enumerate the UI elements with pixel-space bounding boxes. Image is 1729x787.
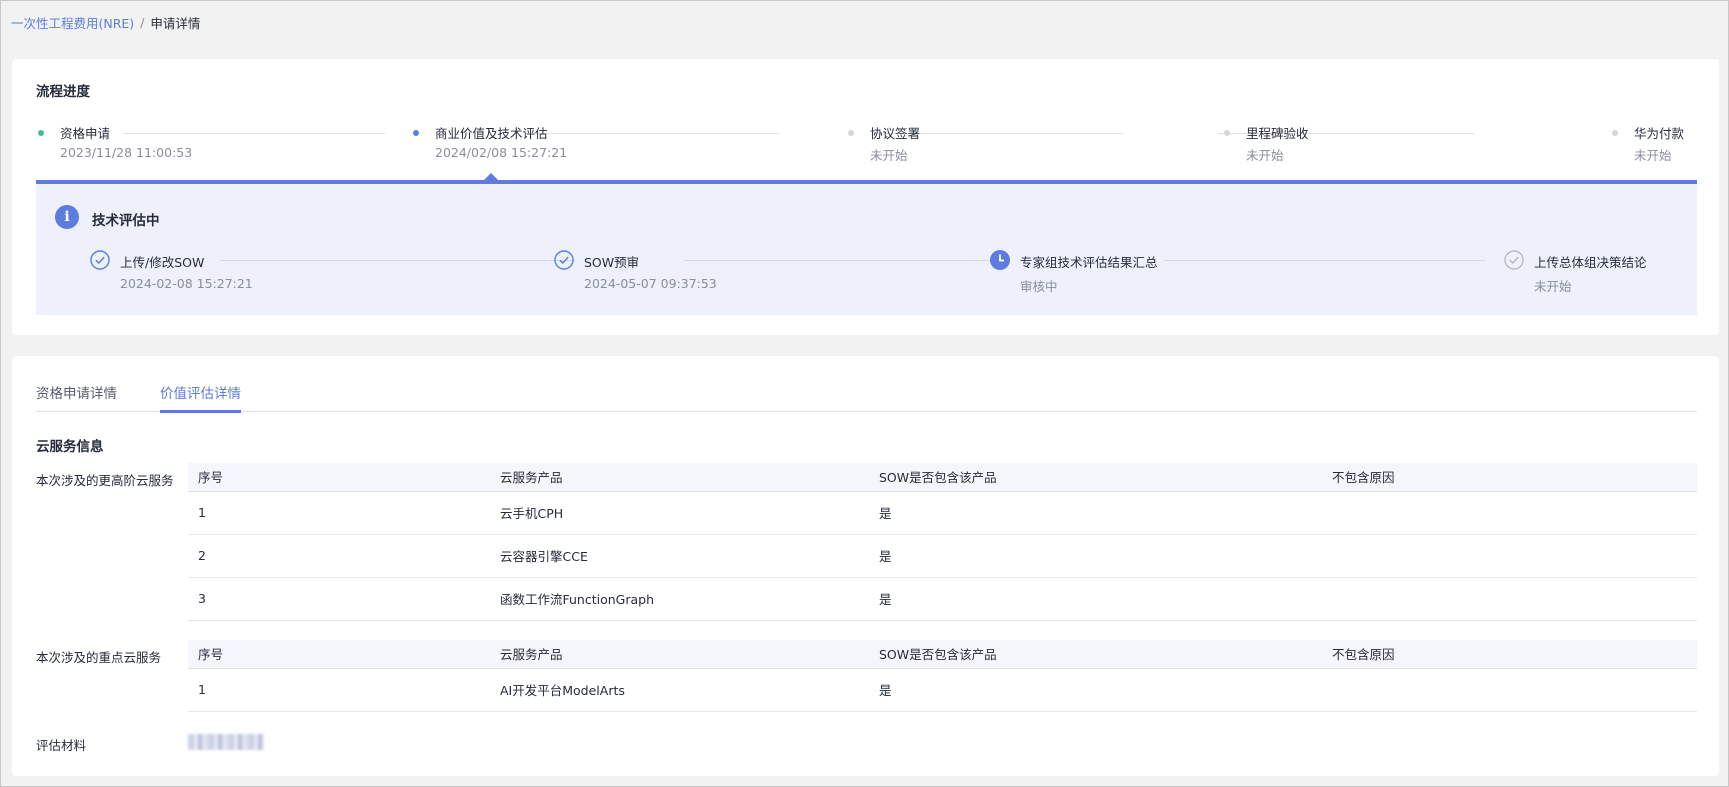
step-time: 2024/02/08 15:27:21: [435, 145, 568, 160]
cell-no: 3: [188, 577, 490, 621]
cell-included: 是: [869, 491, 1322, 535]
substep-name: SOW预审: [584, 255, 640, 270]
key-services-table: 序号 云服务产品 SOW是否包含该产品 不包含原因 1 AI开发平台ModelA…: [188, 640, 1697, 712]
column-header: 云服务产品: [490, 640, 869, 669]
cloud-service-title: 云服务信息: [36, 439, 104, 455]
breadcrumb: 一次性工程费用(NRE) / 申请详情: [11, 13, 200, 32]
tab-value-evaluation-detail[interactable]: 价值评估详情: [160, 382, 241, 413]
advanced-services-label: 本次涉及的更高阶云服务: [36, 473, 174, 488]
cell-no: 1: [188, 491, 490, 535]
breadcrumb-current: 申请详情: [150, 16, 201, 31]
column-header: 序号: [188, 463, 490, 492]
sub-progress-title: 技术评估中: [92, 213, 160, 229]
substep-time: 未开始: [1534, 279, 1572, 294]
breadcrumb-parent-link[interactable]: 一次性工程费用(NRE): [11, 13, 134, 32]
column-header: SOW是否包含该产品: [869, 640, 1322, 669]
step-dot-done: [38, 130, 44, 136]
step-connector: [534, 133, 779, 134]
step-dot-pending: [1224, 130, 1230, 136]
substep-connector: [684, 260, 1008, 261]
tab-qualification-detail[interactable]: 资格申请详情: [36, 382, 117, 410]
table-row: 1 云手机CPH 是: [188, 491, 1697, 535]
check-circle-icon: [1504, 250, 1524, 270]
cell-included: 是: [869, 577, 1322, 621]
clock-icon: [990, 250, 1010, 270]
cell-reason: [1322, 668, 1697, 712]
step-name: 商业价值及技术评估: [435, 126, 548, 141]
check-circle-icon: [90, 250, 110, 270]
substep-connector: [220, 260, 575, 261]
cell-product: AI开发平台ModelArts: [490, 668, 869, 712]
table-row: 3 函数工作流FunctionGraph 是: [188, 577, 1697, 621]
column-header: 不包含原因: [1322, 463, 1697, 492]
active-step-caret: [484, 173, 498, 180]
step-time: 2023/11/28 11:00:53: [60, 145, 193, 160]
step-connector: [123, 133, 385, 134]
cell-reason: [1322, 491, 1697, 535]
step-name: 协议签署: [870, 126, 921, 141]
table-row: 2 云容器引擎CCE 是: [188, 534, 1697, 578]
column-header: 序号: [188, 640, 490, 669]
main-steps: 资格申请 2023/11/28 11:00:53 商业价值及技术评估 2024/…: [36, 123, 1697, 173]
sub-progress-panel: i 技术评估中 上传/修改SOW 2024-02-08 15:27:21 SOW…: [36, 184, 1697, 315]
substep-time: 2024-02-08 15:27:21: [120, 276, 253, 291]
advanced-services-table: 序号 云服务产品 SOW是否包含该产品 不包含原因 1 云手机CPH 是 2 云…: [188, 463, 1697, 621]
key-services-label: 本次涉及的重点云服务: [36, 650, 162, 665]
cell-product: 云手机CPH: [490, 491, 869, 535]
substep-name: 上传总体组决策结论: [1534, 255, 1647, 270]
progress-card: 流程进度 资格申请 2023/11/28 11:00:53 商业价值及技术评估 …: [12, 59, 1719, 335]
cell-included: 是: [869, 534, 1322, 578]
substep-time: 审核中: [1020, 279, 1058, 294]
column-header: SOW是否包含该产品: [869, 463, 1322, 492]
info-icon: i: [55, 205, 79, 229]
step-name: 里程碑验收: [1246, 126, 1309, 141]
step-dot-pending: [1612, 130, 1618, 136]
column-header: 云服务产品: [490, 463, 869, 492]
cell-no: 2: [188, 534, 490, 578]
step-time: 未开始: [870, 148, 908, 163]
substep-time: 2024-05-07 09:37:53: [584, 276, 717, 291]
column-header: 不包含原因: [1322, 640, 1697, 669]
step-time: 未开始: [1634, 148, 1672, 163]
evaluation-materials-label: 评估材料: [36, 738, 87, 753]
check-circle-icon: [554, 250, 574, 270]
detail-tabs: 资格申请详情 价值评估详情: [36, 382, 1697, 413]
substep-connector: [1164, 260, 1485, 261]
progress-title: 流程进度: [36, 84, 90, 100]
substep-name: 专家组技术评估结果汇总: [1020, 255, 1158, 270]
cell-product: 云容器引擎CCE: [490, 534, 869, 578]
cell-reason: [1322, 534, 1697, 578]
step-name: 资格申请: [60, 126, 111, 141]
detail-card: 资格申请详情 价值评估详情 云服务信息 本次涉及的更高阶云服务 序号 云服务产品…: [12, 356, 1719, 776]
breadcrumb-separator: /: [140, 15, 145, 30]
cell-no: 1: [188, 668, 490, 712]
step-dot-pending: [848, 130, 854, 136]
table-row: 1 AI开发平台ModelArts 是: [188, 668, 1697, 712]
evaluation-material-file-link[interactable]: [188, 734, 264, 750]
cell-reason: [1322, 577, 1697, 621]
step-time: 未开始: [1246, 148, 1284, 163]
cell-product: 函数工作流FunctionGraph: [490, 577, 869, 621]
substep-name: 上传/修改SOW: [120, 255, 205, 270]
cell-included: 是: [869, 668, 1322, 712]
step-name: 华为付款: [1634, 126, 1685, 141]
step-dot-active: [413, 130, 419, 136]
